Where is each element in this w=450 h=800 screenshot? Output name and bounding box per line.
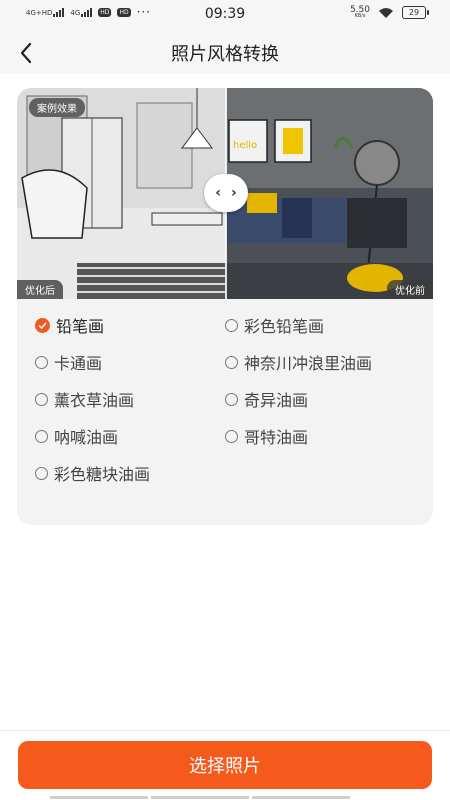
chevron-left-icon: ‹ [215, 185, 221, 201]
style-option-scream[interactable]: 呐喊油画 [35, 424, 118, 448]
radio-icon [35, 466, 48, 480]
before-label: 优化前 [387, 280, 433, 299]
style-option-label: 奇异油画 [244, 391, 309, 410]
style-option-label: 呐喊油画 [54, 428, 119, 447]
wifi-icon [379, 7, 393, 18]
style-option-label: 彩色糖块油画 [54, 465, 151, 484]
radio-icon [225, 429, 238, 443]
style-option-label: 神奈川冲浪里油画 [244, 354, 373, 373]
header: 照片风格转换 [0, 30, 450, 74]
radio-icon [225, 392, 238, 406]
style-option-label: 铅笔画 [56, 317, 105, 336]
style-option-label: 彩色铅笔画 [244, 317, 325, 336]
after-label: 优化后 [17, 280, 63, 299]
select-photo-button[interactable]: 选择照片 [18, 741, 432, 789]
style-option-cartoon[interactable]: 卡通画 [35, 350, 102, 374]
style-option-color-pencil[interactable]: 彩色铅笔画 [225, 313, 324, 337]
page-title: 照片风格转换 [171, 44, 279, 65]
status-bar: 4G+HD 4G HD HD ··· 09:39 5.50 KB/s 29 [0, 0, 450, 30]
style-card: hello 案例效果 优化后 优化前 ‹ › 铅笔画 彩色铅笔画 卡通画 神奈川… [17, 88, 433, 525]
style-option-kanagawa[interactable]: 神奈川冲浪里油画 [225, 350, 372, 374]
before-after-preview[interactable]: hello 案例效果 优化后 优化前 ‹ › [17, 88, 433, 299]
battery-icon: 29 [402, 6, 429, 19]
style-option-candy[interactable]: 彩色糖块油画 [35, 461, 150, 485]
radio-icon [35, 429, 48, 443]
style-option-fantasy[interactable]: 奇异油画 [225, 387, 308, 411]
style-option-label: 哥特油画 [244, 428, 309, 447]
style-option-gothic[interactable]: 哥特油画 [225, 424, 308, 448]
gesture-bar [50, 796, 350, 799]
radio-icon [35, 392, 48, 406]
style-option-pencil[interactable]: 铅笔画 [35, 313, 104, 337]
radio-checked-icon [35, 317, 50, 333]
style-option-label: 卡通画 [54, 354, 103, 373]
radio-icon [225, 318, 238, 332]
radio-icon [35, 355, 48, 369]
compare-slider-handle[interactable]: ‹ › [204, 174, 248, 212]
case-badge: 案例效果 [29, 98, 85, 117]
radio-icon [225, 355, 238, 369]
style-option-lavender[interactable]: 薰衣草油画 [35, 387, 134, 411]
bottom-divider [0, 730, 450, 731]
style-option-label: 薰衣草油画 [54, 391, 135, 410]
net-speed: 5.50 KB/s [350, 6, 370, 19]
chevron-right-icon: › [231, 185, 237, 201]
art-text: hello [233, 140, 257, 151]
